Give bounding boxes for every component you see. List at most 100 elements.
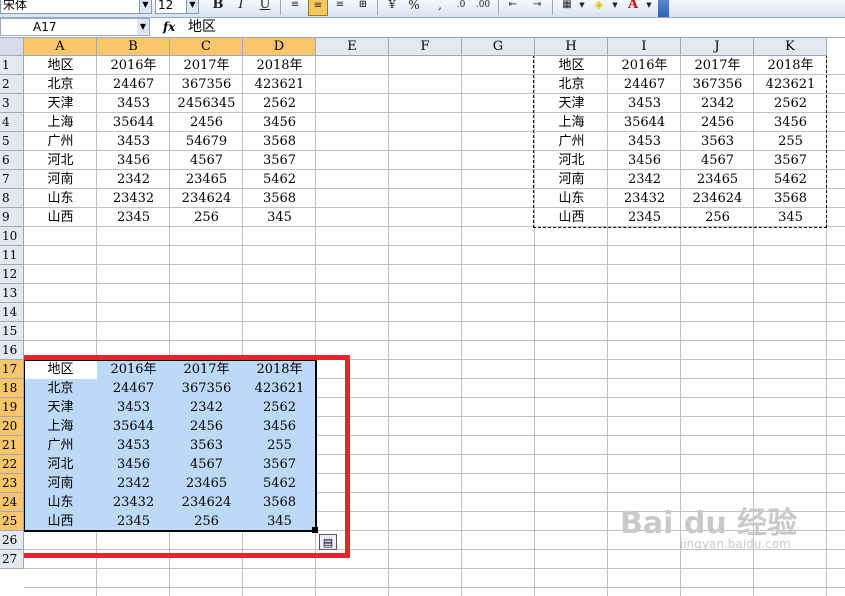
row-header-5[interactable]: 5	[0, 132, 24, 151]
source-table-cell[interactable]: 山西	[24, 208, 97, 227]
row-header-12[interactable]: 12	[0, 265, 24, 284]
column-header-i[interactable]: I	[608, 38, 681, 56]
column-header-j[interactable]: J	[681, 38, 754, 56]
row-header-15[interactable]: 15	[0, 322, 24, 341]
source-table-cell[interactable]: 3568	[243, 189, 316, 208]
cells-area[interactable]: 地区 2016年 2017年 2018年 北京 24467 367356 423621 天津 34…	[10, 55, 845, 596]
row-header-17[interactable]: 17	[0, 360, 24, 379]
percent-button[interactable]: %	[405, 0, 423, 14]
source-table-cell[interactable]: 256	[170, 208, 243, 227]
row-header-3[interactable]: 3	[0, 94, 24, 113]
column-header-h[interactable]: H	[535, 38, 608, 56]
row-header-6[interactable]: 6	[0, 151, 24, 170]
decrease-indent-icon[interactable]: ⇤	[504, 0, 522, 14]
row-header-4[interactable]: 4	[0, 113, 24, 132]
source-table-cell[interactable]: 345	[243, 208, 316, 227]
source-table-cell[interactable]: 3567	[243, 151, 316, 170]
source-table-cell[interactable]: 3568	[243, 132, 316, 151]
select-all-corner[interactable]	[0, 38, 24, 56]
row-header-25[interactable]: 25	[0, 512, 24, 531]
column-header-f[interactable]: F	[389, 38, 462, 56]
row-header-20[interactable]: 20	[0, 417, 24, 436]
name-box[interactable]: A17	[0, 18, 150, 36]
row-header-13[interactable]: 13	[0, 284, 24, 303]
row-header-10[interactable]: 10	[0, 227, 24, 246]
column-header-b[interactable]: B	[97, 38, 170, 56]
underline-button[interactable]: U	[256, 0, 274, 14]
fill-color-dropdown-icon[interactable]: ▼	[606, 0, 624, 14]
row-header-27[interactable]: 27	[0, 550, 24, 569]
italic-button[interactable]: I	[232, 0, 250, 14]
source-table-cell[interactable]: 地区	[24, 56, 97, 75]
source-table-cell[interactable]: 山东	[24, 189, 97, 208]
insert-function-icon[interactable]: fx	[163, 18, 175, 36]
comma-style-button[interactable]: ,	[431, 0, 449, 14]
row-header-2[interactable]: 2	[0, 75, 24, 94]
source-table-cell[interactable]: 2345	[97, 208, 170, 227]
source-table-cell[interactable]: 2342	[97, 170, 170, 189]
source-table-cell[interactable]: 3456	[97, 151, 170, 170]
row-header-9[interactable]: 9	[0, 208, 24, 227]
column-header-k[interactable]: K	[754, 38, 827, 56]
font-size-dropdown-icon[interactable]: ▼	[186, 0, 199, 14]
source-table-cell[interactable]: 3456	[243, 113, 316, 132]
merge-center-icon[interactable]: ⊞	[354, 0, 372, 14]
source-table-cell[interactable]: 2018年	[243, 56, 316, 75]
column-header-e[interactable]: E	[316, 38, 389, 56]
source-table-cell[interactable]: 上海	[24, 113, 97, 132]
column-header-c[interactable]: C	[170, 38, 243, 56]
font-name-select[interactable]: 宋体	[0, 0, 140, 14]
font-name-dropdown-icon[interactable]: ▼	[139, 0, 152, 14]
align-center-icon[interactable]: ≡	[308, 0, 328, 16]
borders-dropdown-icon[interactable]: ▼	[573, 0, 591, 14]
increase-decimal-icon[interactable]: .0	[452, 0, 470, 14]
column-header-g[interactable]: G	[462, 38, 535, 56]
source-table-cell[interactable]: 河北	[24, 151, 97, 170]
toolbar-options-icon[interactable]	[658, 0, 669, 17]
align-right-icon[interactable]: ≡	[331, 0, 349, 14]
row-header-11[interactable]: 11	[0, 246, 24, 265]
source-table-cell[interactable]: 23432	[97, 189, 170, 208]
source-table-cell[interactable]: 广州	[24, 132, 97, 151]
decrease-decimal-icon[interactable]: .00	[474, 0, 492, 14]
source-table-cell[interactable]: 5462	[243, 170, 316, 189]
source-table-cell[interactable]: 2017年	[170, 56, 243, 75]
column-header-a[interactable]: A	[24, 38, 97, 56]
row-header-18[interactable]: 18	[0, 379, 24, 398]
row-header-8[interactable]: 8	[0, 189, 24, 208]
name-box-dropdown-icon[interactable]: ▼	[137, 19, 149, 35]
increase-indent-icon[interactable]: ⇥	[528, 0, 546, 14]
source-table-cell[interactable]: 天津	[24, 94, 97, 113]
bold-button[interactable]: B	[209, 0, 227, 14]
source-table-cell[interactable]: 3453	[97, 94, 170, 113]
source-table-cell[interactable]: 4567	[170, 151, 243, 170]
source-table-cell[interactable]: 54679	[170, 132, 243, 151]
column-header-d[interactable]: D	[243, 38, 316, 56]
align-left-icon[interactable]: ≡	[286, 0, 304, 14]
source-table-cell[interactable]: 2456345	[170, 94, 243, 113]
source-table-cell[interactable]: 24467	[97, 75, 170, 94]
source-table-cell[interactable]: 2562	[243, 94, 316, 113]
row-header-23[interactable]: 23	[0, 474, 24, 493]
source-table-cell[interactable]: 河南	[24, 170, 97, 189]
row-header-21[interactable]: 21	[0, 436, 24, 455]
font-size-select[interactable]: 12	[155, 0, 187, 14]
source-table-cell[interactable]: 423621	[243, 75, 316, 94]
row-header-22[interactable]: 22	[0, 455, 24, 474]
row-header-19[interactable]: 19	[0, 398, 24, 417]
row-header-7[interactable]: 7	[0, 170, 24, 189]
source-table-cell[interactable]: 北京	[24, 75, 97, 94]
row-header-1[interactable]: 1	[0, 56, 24, 75]
currency-icon[interactable]: ¥	[383, 0, 401, 14]
source-table-cell[interactable]: 2456	[170, 113, 243, 132]
source-table-cell[interactable]: 367356	[170, 75, 243, 94]
row-header-16[interactable]: 16	[0, 341, 24, 360]
source-table-cell[interactable]: 35644	[97, 113, 170, 132]
row-header-14[interactable]: 14	[0, 303, 24, 322]
source-table-cell[interactable]: 234624	[170, 189, 243, 208]
font-color-dropdown-icon[interactable]: ▼	[640, 0, 658, 14]
source-table-cell[interactable]: 2016年	[97, 56, 170, 75]
source-table-cell[interactable]: 3453	[97, 132, 170, 151]
row-header-24[interactable]: 24	[0, 493, 24, 512]
row-header-26[interactable]: 26	[0, 531, 24, 550]
